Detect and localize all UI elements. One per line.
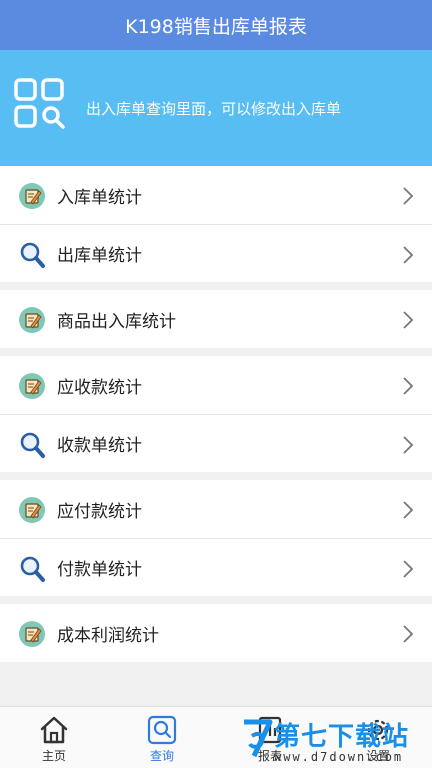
menu-item-label: 商品出入库统计 — [57, 311, 176, 332]
menu-item-receipt-stats[interactable]: 收款单统计 — [0, 414, 432, 472]
menu-item-label: 收款单统计 — [57, 436, 142, 456]
tab-query[interactable]: 查询 — [108, 707, 216, 768]
menu-item-label: 应收款统计 — [57, 377, 142, 398]
watermark-url: www.d7down.com — [274, 750, 404, 764]
edit-icon — [19, 307, 45, 333]
menu-item-payable-stats[interactable]: 应付款统计 — [0, 480, 432, 538]
menu-item-label: 入库单统计 — [57, 187, 142, 208]
menu-group: 应收款统计 收款单统计 — [0, 356, 432, 472]
chevron-right-icon — [403, 501, 414, 519]
chevron-right-icon — [403, 625, 414, 643]
menu-item-label: 付款单统计 — [57, 560, 142, 580]
chevron-right-icon — [403, 560, 414, 578]
watermark-logo-icon — [244, 719, 273, 758]
watermark-title: 第七下载站 — [274, 722, 410, 752]
chevron-right-icon — [403, 436, 414, 454]
chevron-right-icon — [403, 311, 414, 329]
menu-group: 入库单统计 出库单统计 — [0, 166, 432, 282]
edit-icon — [19, 373, 45, 399]
edit-icon — [19, 497, 45, 523]
chevron-right-icon — [403, 377, 414, 395]
search-icon — [20, 432, 45, 458]
menu-group: 应付款统计 付款单统计 — [0, 480, 432, 596]
menu-item-product-inout-stats[interactable]: 商品出入库统计 — [0, 290, 432, 348]
tab-home[interactable]: 主页 — [0, 707, 108, 768]
chevron-right-icon — [403, 187, 414, 205]
search-icon — [20, 242, 45, 268]
menu-item-inbound-stats[interactable]: 入库单统计 — [0, 166, 432, 224]
page-title: K198销售出库单报表 — [125, 15, 307, 38]
tab-label: 主页 — [41, 749, 66, 763]
search-icon — [20, 556, 45, 582]
tab-label: 查询 — [149, 749, 174, 763]
menu-item-receivable-stats[interactable]: 应收款统计 — [0, 356, 432, 414]
menu-item-outbound-stats[interactable]: 出库单统计 — [0, 224, 432, 282]
menu-item-payment-stats[interactable]: 付款单统计 — [0, 538, 432, 596]
watermark: 第七下载站 www.d7down.com — [240, 712, 432, 768]
chevron-right-icon — [403, 246, 414, 264]
home-icon — [40, 716, 68, 744]
menu-group: 成本利润统计 — [0, 604, 432, 662]
menu-item-label: 成本利润统计 — [57, 625, 159, 646]
info-banner: 出入库单查询里面，可以修改出入库单 — [0, 50, 432, 166]
banner-text: 出入库单查询里面，可以修改出入库单 — [86, 100, 342, 118]
edit-icon — [19, 183, 45, 209]
edit-icon — [19, 621, 45, 647]
menu-item-label: 出库单统计 — [57, 246, 142, 266]
menu-item-cost-profit-stats[interactable]: 成本利润统计 — [0, 604, 432, 662]
grid-search-icon — [14, 78, 65, 129]
menu-item-label: 应付款统计 — [57, 501, 142, 522]
menu-group: 商品出入库统计 — [0, 290, 432, 348]
app-title-bar: K198销售出库单报表 — [0, 0, 432, 50]
search-icon — [147, 715, 177, 745]
